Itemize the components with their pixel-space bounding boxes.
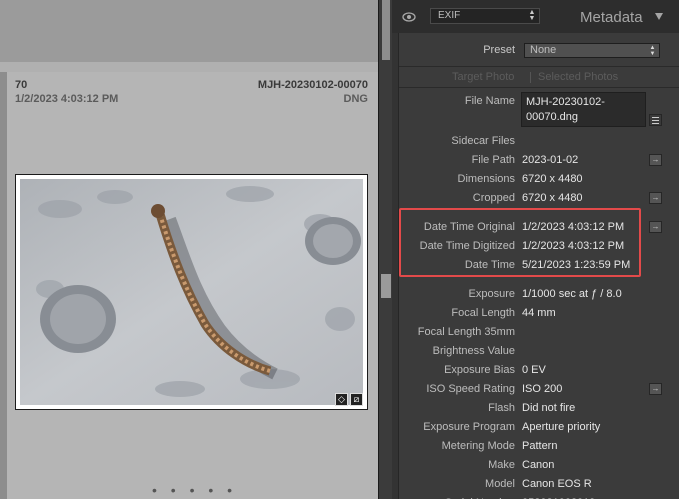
field-label-exposure-program: Exposure Program bbox=[423, 421, 515, 433]
metadata-row-focal-length-35mm: Focal Length 35mm bbox=[399, 324, 679, 343]
pagination-dots: • • • • • bbox=[152, 482, 238, 498]
file-name-value: MJH-20230102-00070.dng bbox=[526, 96, 605, 123]
cell-file-extension: DNG bbox=[343, 93, 368, 105]
cell-index: 70 bbox=[15, 79, 28, 91]
metadata-row-flash: Flash Did not fire bbox=[399, 400, 679, 419]
library-grid: 70 1/2/2023 4:03:12 PM MJH-20230102-0007… bbox=[0, 0, 378, 499]
field-value-focal-length: 44 mm bbox=[522, 307, 556, 319]
tab-divider bbox=[530, 72, 531, 83]
field-label-brightness-value: Brightness Value bbox=[432, 345, 515, 357]
field-value-model: Canon EOS R bbox=[522, 478, 592, 490]
field-value-iso-speed-rating: ISO 200 bbox=[522, 383, 563, 395]
metadata-row-exposure-program: Exposure Program Aperture priority bbox=[399, 419, 679, 438]
field-label-cropped: Cropped bbox=[472, 192, 515, 204]
divider bbox=[399, 66, 679, 67]
field-label-exposure: Exposure bbox=[468, 288, 515, 300]
list-icon[interactable] bbox=[649, 114, 662, 126]
field-label-iso-speed-rating: ISO Speed Rating bbox=[426, 383, 515, 395]
metadata-view-select-value: EXIF bbox=[438, 10, 461, 21]
cell-capture-date: 1/2/2023 4:03:12 PM bbox=[15, 93, 119, 105]
field-label-exposure-bias: Exposure Bias bbox=[444, 364, 515, 376]
preset-select-value: None bbox=[530, 44, 557, 56]
divider bbox=[399, 87, 679, 88]
field-value-metering-mode: Pattern bbox=[522, 440, 558, 452]
field-value-exposure: 1/1000 sec at ƒ / 8.0 bbox=[522, 288, 622, 300]
keyword-tag-icon[interactable]: ◇ bbox=[335, 393, 348, 406]
grid-cell-edge bbox=[0, 72, 7, 499]
field-label-metering-mode: Metering Mode bbox=[441, 440, 515, 452]
metadata-row-sidecar-files: Sidecar Files bbox=[399, 133, 679, 152]
grid-cell-previous[interactable] bbox=[0, 0, 378, 62]
metadata-row-dimensions: Dimensions 6720 x 4480 bbox=[399, 171, 679, 190]
photo-target-tabs: Target Photo Selected Photos bbox=[399, 69, 679, 85]
metadata-row-make: Make Canon bbox=[399, 457, 679, 476]
metadata-row-brightness-value: Brightness Value bbox=[399, 343, 679, 362]
go-to-arrow-icon[interactable]: → bbox=[649, 383, 662, 395]
metadata-row-cropped: Cropped 6720 x 4480 → bbox=[399, 190, 679, 209]
metadata-row-exposure: Exposure 1/1000 sec at ƒ / 8.0 bbox=[399, 286, 679, 305]
cell-file-name: MJH-20230102-00070 bbox=[257, 79, 368, 91]
panel-title: Metadata bbox=[580, 9, 643, 26]
metadata-row-file-path: File Path 2023-01-02 → bbox=[399, 152, 679, 171]
collapse-triangle-icon[interactable] bbox=[655, 13, 663, 20]
tab-selected-photos[interactable]: Selected Photos bbox=[538, 71, 618, 83]
field-label-file-path: File Path bbox=[471, 154, 515, 166]
photo-thumbnail-frame[interactable]: ◇ ⧄ bbox=[15, 174, 368, 410]
go-to-arrow-icon[interactable]: → bbox=[649, 154, 662, 166]
metadata-row-serial-number: Serial Number052021003019 bbox=[399, 495, 679, 499]
field-value-exposure-bias: 0 EV bbox=[522, 364, 546, 376]
select-arrows-icon: ▲ ▼ bbox=[649, 45, 656, 57]
metadata-view-select[interactable]: EXIF ▲ ▼ bbox=[430, 8, 540, 24]
field-label-dimensions: Dimensions bbox=[457, 173, 515, 185]
scrollbar-thumb[interactable] bbox=[381, 274, 391, 298]
file-name-field[interactable]: MJH-20230102-00070.dng bbox=[521, 92, 646, 127]
tab-target-photo[interactable]: Target Photo bbox=[452, 71, 514, 83]
field-value-make: Canon bbox=[522, 459, 555, 471]
field-label-flash: Flash bbox=[488, 402, 515, 414]
metadata-row-iso-speed-rating: ISO Speed Rating ISO 200 → bbox=[399, 381, 679, 400]
field-label-sidecar-files: Sidecar Files bbox=[451, 135, 515, 147]
preset-select[interactable]: None ▲ ▼ bbox=[524, 43, 660, 58]
metadata-row-exposure-bias: Exposure Bias 0 EV bbox=[399, 362, 679, 381]
select-arrows-icon: ▲ ▼ bbox=[528, 9, 536, 22]
scrollbar-thumb-top[interactable] bbox=[382, 0, 390, 60]
metadata-row-model: Model Canon EOS R bbox=[399, 476, 679, 495]
field-label-model: Model bbox=[485, 478, 515, 490]
grid-cell-selected[interactable]: 70 1/2/2023 4:03:12 PM MJH-20230102-0007… bbox=[7, 72, 378, 499]
metadata-row-focal-length: Focal Length 44 mm bbox=[399, 305, 679, 324]
go-to-arrow-icon[interactable]: → bbox=[649, 221, 662, 233]
crop-adjusted-icon[interactable]: ⧄ bbox=[350, 393, 363, 406]
field-value-exposure-program: Aperture priority bbox=[522, 421, 601, 433]
field-value-file-path: 2023-01-02 bbox=[522, 154, 579, 166]
go-to-arrow-icon[interactable]: → bbox=[649, 192, 662, 204]
eye-icon[interactable] bbox=[402, 10, 416, 24]
grid-gap bbox=[0, 62, 378, 72]
field-label-file-name: File Name bbox=[464, 95, 515, 107]
field-value-flash: Did not fire bbox=[522, 402, 576, 414]
photo-thumbnail[interactable] bbox=[20, 179, 363, 405]
field-label-make: Make bbox=[488, 459, 515, 471]
metadata-row-metering-mode: Metering Mode Pattern bbox=[399, 438, 679, 457]
metadata-panel-header[interactable]: EXIF ▲ ▼ Metadata bbox=[392, 0, 679, 33]
field-value-dimensions: 6720 x 4480 bbox=[522, 173, 583, 185]
field-label-focal-length: Focal Length bbox=[451, 307, 515, 319]
preset-label: Preset bbox=[483, 44, 515, 56]
date-fields-highlight bbox=[399, 208, 641, 277]
panel-scrollbar[interactable] bbox=[378, 0, 392, 499]
field-value-cropped: 6720 x 4480 bbox=[522, 192, 583, 204]
field-label-focal-length-35mm: Focal Length 35mm bbox=[417, 326, 515, 338]
